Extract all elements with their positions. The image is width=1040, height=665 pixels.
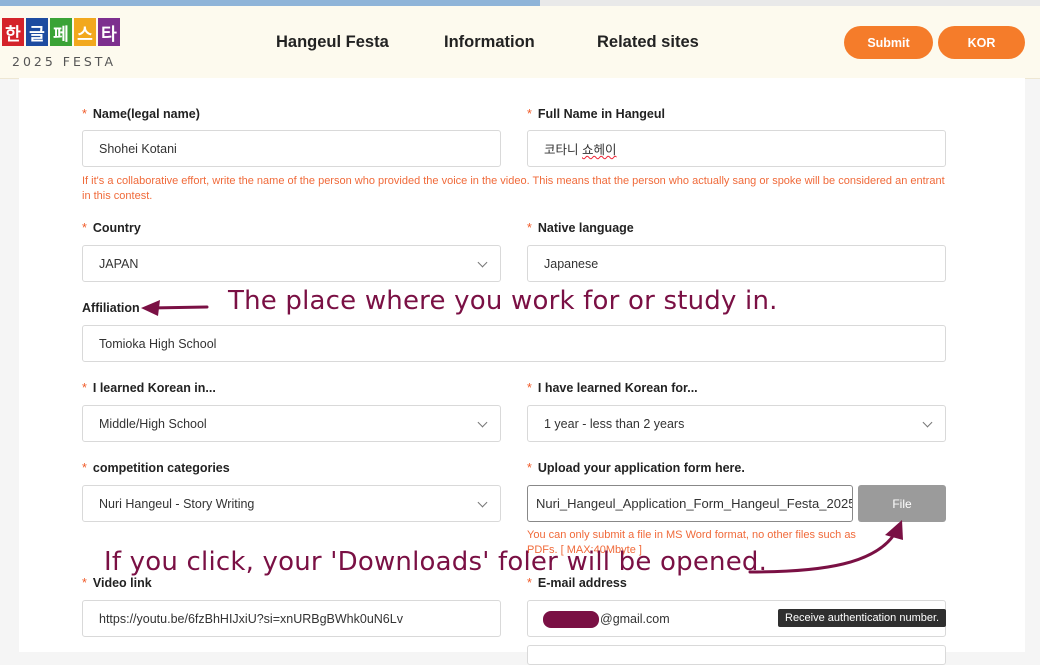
file-arrow-icon bbox=[748, 526, 900, 574]
file-arrowhead-icon bbox=[885, 520, 903, 540]
annotation-arrows bbox=[141, 300, 903, 574]
affiliation-arrowhead-icon bbox=[141, 300, 160, 316]
